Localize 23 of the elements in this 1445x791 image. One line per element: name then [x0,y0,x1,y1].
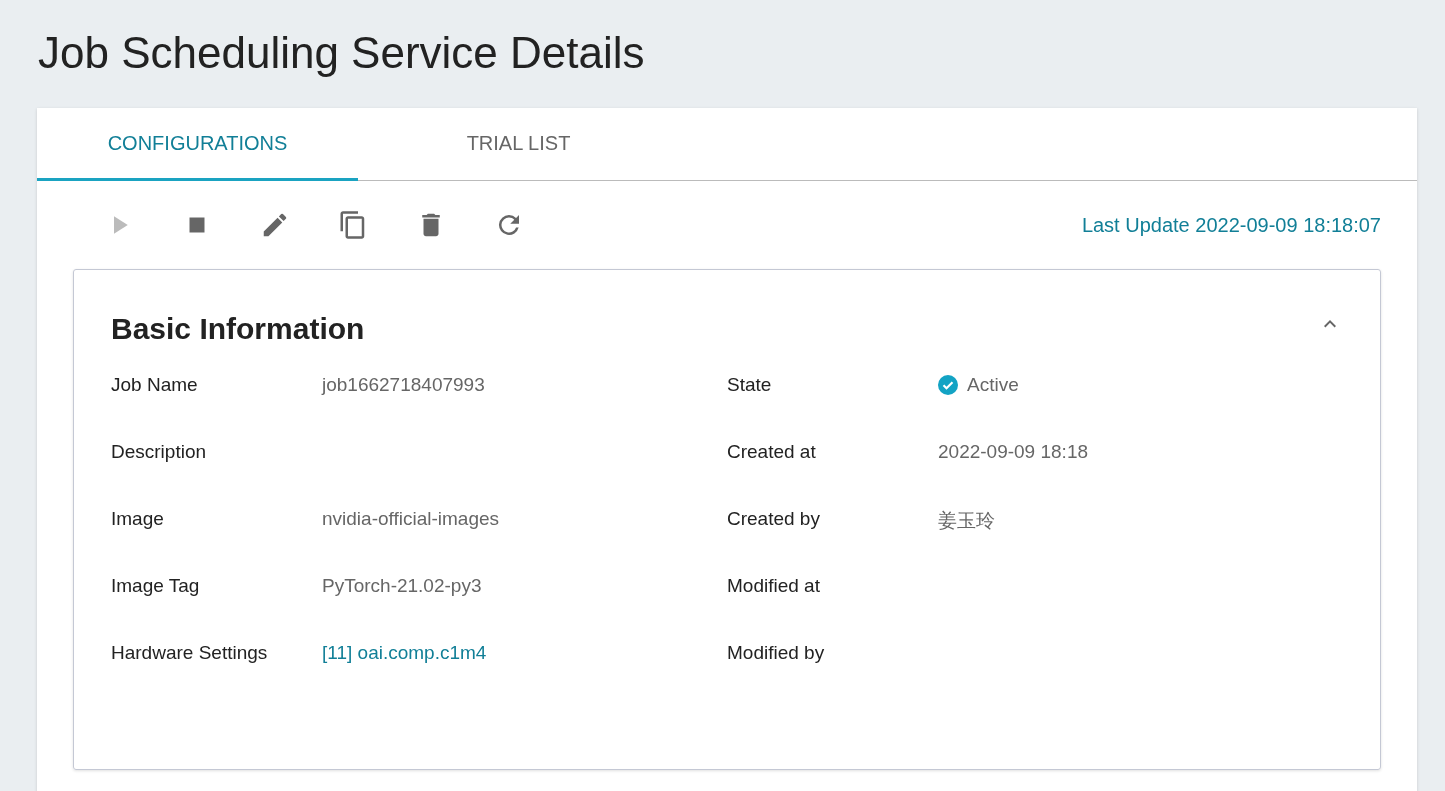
field-value: nvidia-official-images [322,508,500,530]
hardware-link[interactable]: [11] oai.comp.c1m4 [322,642,487,664]
field-label: Modified at [727,575,821,597]
tab[interactable]: CONFIGURATIONS [37,108,358,181]
field-label: State [727,374,773,396]
field-value: PyTorch-21.02-py3 [322,575,482,597]
field-value: 姜玉玲 [938,509,995,533]
field-label: Image Tag [111,575,201,597]
field-label: Job Name [111,374,199,396]
field-value: 2022-09-09 18:18 [938,441,1088,463]
check-circle-icon [938,375,958,395]
page-title: Job Scheduling Service Details [37,27,646,79]
status-text: Active [967,374,1019,396]
field-label: Created at [727,441,817,463]
field-label: Hardware Settings [111,642,269,664]
tab[interactable]: TRIAL LIST [358,108,679,181]
last-update-text: Last Update 2022-09-09 18:18:07 [1081,213,1381,237]
field-label: Description [111,441,208,463]
field-label: Created by [727,508,821,530]
field-label: Image [111,508,165,530]
field-label: Modified by [727,642,826,664]
field-value: job1662718407993 [322,374,485,396]
panel-title: Basic Information [111,312,365,346]
